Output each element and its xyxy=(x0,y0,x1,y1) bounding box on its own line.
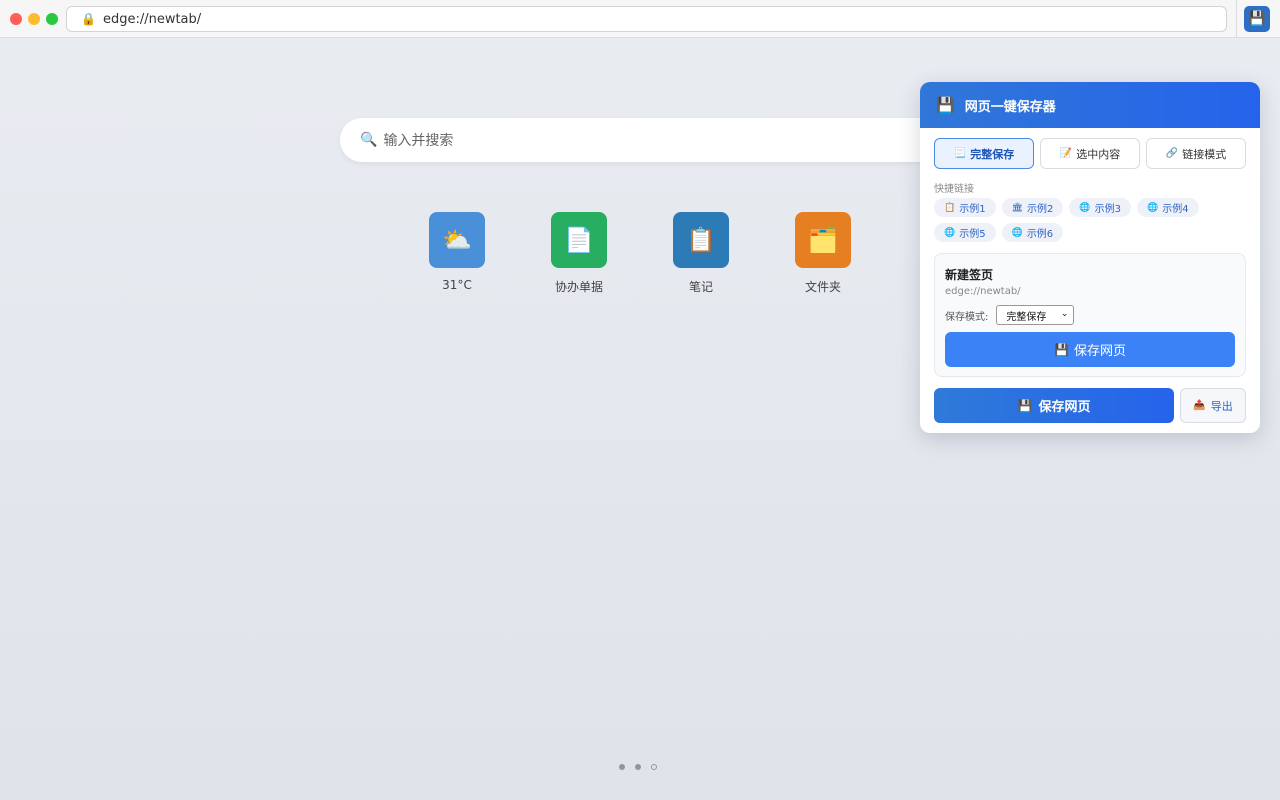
globe-icon: 🌐 xyxy=(944,227,956,238)
page-dot[interactable] xyxy=(635,764,641,770)
memo-icon: 📝 xyxy=(1059,148,1073,159)
globe-icon: 🌐 xyxy=(1079,202,1091,213)
floppy-disk-icon: 💾 xyxy=(1017,398,1033,413)
tile-documents[interactable]: 📄 协办单据 xyxy=(539,212,619,295)
quick-link-chip[interactable]: 🌐 示例3 xyxy=(1069,198,1131,217)
chevron-down-icon: ⌄ xyxy=(1060,309,1069,319)
page-title: 新建签页 xyxy=(945,268,994,282)
globe-icon: 🌐 xyxy=(1147,202,1159,213)
address-url: edge://newtab/ xyxy=(102,11,202,27)
search-input[interactable]: 输入并搜索 xyxy=(383,130,453,150)
quick-link-chip[interactable]: 📋 示例1 xyxy=(934,198,996,217)
floppy-disk-icon: 💾 xyxy=(1054,342,1069,357)
document-icon: 📄 xyxy=(551,212,607,268)
tile-notes[interactable]: 📋 笔记 xyxy=(661,212,741,295)
close-window-button[interactable] xyxy=(10,13,22,25)
page-icon: 📃 xyxy=(953,148,967,159)
tile-label: 31°C xyxy=(442,278,472,292)
tab-selection[interactable]: 📝 选中内容 xyxy=(1040,138,1140,169)
page-dot-current[interactable] xyxy=(651,764,657,770)
outbox-icon: 📤 xyxy=(1193,400,1206,411)
save-mode-select[interactable]: 完整保存 ⌄ xyxy=(996,305,1075,325)
quick-link-chip[interactable]: 🌐 示例6 xyxy=(1001,223,1064,242)
weather-icon: ⛅ xyxy=(429,212,485,268)
lock-icon: 🔒 xyxy=(81,12,96,26)
link-icon: 🔗 xyxy=(1165,148,1179,159)
tile-label: 笔记 xyxy=(688,280,713,294)
floppy-disk-icon: 💾 xyxy=(1248,11,1266,27)
page-dot[interactable] xyxy=(619,764,625,770)
bank-icon: 🏛 xyxy=(1011,202,1024,213)
quick-links-title: 快捷链接 xyxy=(934,184,974,195)
search-icon: 🔍 xyxy=(360,132,378,148)
browser-toolbar: 🔒 edge://newtab/ 💾 xyxy=(0,0,1280,38)
save-mode-label: 保存模式: xyxy=(945,311,989,323)
save-page-button[interactable]: 💾 保存网页 xyxy=(945,332,1235,367)
extension-popup: 💾 网页一键保存器 📃 完整保存 📝 选中内容 🔗 链接模式 快捷链接 📋 示例1… xyxy=(920,82,1260,433)
save-mode-row: 保存模式: 完整保存 ⌄ xyxy=(945,305,1075,325)
main-save-button[interactable]: 💾 保存网页 xyxy=(934,388,1174,423)
tab-link-mode[interactable]: 🔗 链接模式 xyxy=(1146,138,1246,169)
minimize-window-button[interactable] xyxy=(28,13,40,25)
maximize-window-button[interactable] xyxy=(46,13,58,25)
folder-icon: 🗂️ xyxy=(795,212,851,268)
quick-link-chip[interactable]: 🏛 示例2 xyxy=(1001,198,1064,217)
quick-links: 📋 示例1 🏛 示例2 🌐 示例3 🌐 示例4 🌐 示例5 🌐 示例6 xyxy=(934,198,1234,242)
popup-header: 💾 网页一键保存器 xyxy=(920,82,1260,128)
mode-tabs: 📃 完整保存 📝 选中内容 🔗 链接模式 xyxy=(934,138,1246,169)
page-indicator xyxy=(619,764,657,770)
tile-folder[interactable]: 🗂️ 文件夹 xyxy=(783,212,863,295)
floppy-disk-icon: 💾 xyxy=(936,96,955,114)
globe-icon: 🌐 xyxy=(1011,227,1023,238)
tile-label: 协办单据 xyxy=(554,280,603,294)
clipboard-icon: 📋 xyxy=(944,202,956,213)
tab-full-save[interactable]: 📃 完整保存 xyxy=(934,138,1034,169)
current-page-card: 新建签页 edge://newtab/ 保存模式: 完整保存 ⌄ 💾 保存网页 xyxy=(934,253,1246,377)
quick-link-chip[interactable]: 🌐 示例4 xyxy=(1137,198,1199,217)
popup-title: 网页一键保存器 xyxy=(964,99,1056,115)
page-url: edge://newtab/ xyxy=(945,286,1021,297)
export-button[interactable]: 📤 导出 xyxy=(1180,388,1246,423)
quick-link-chip[interactable]: 🌐 示例5 xyxy=(934,223,996,242)
search-box[interactable]: 🔍 输入并搜索 xyxy=(340,118,940,162)
tile-label: 文件夹 xyxy=(804,280,841,294)
address-bar[interactable]: 🔒 edge://newtab/ xyxy=(66,6,1227,32)
toolbar-divider xyxy=(1236,0,1237,38)
save-extension-button[interactable]: 💾 xyxy=(1244,6,1270,32)
tile-weather[interactable]: ⛅ 31°C xyxy=(417,212,497,292)
clipboard-icon: 📋 xyxy=(673,212,729,268)
